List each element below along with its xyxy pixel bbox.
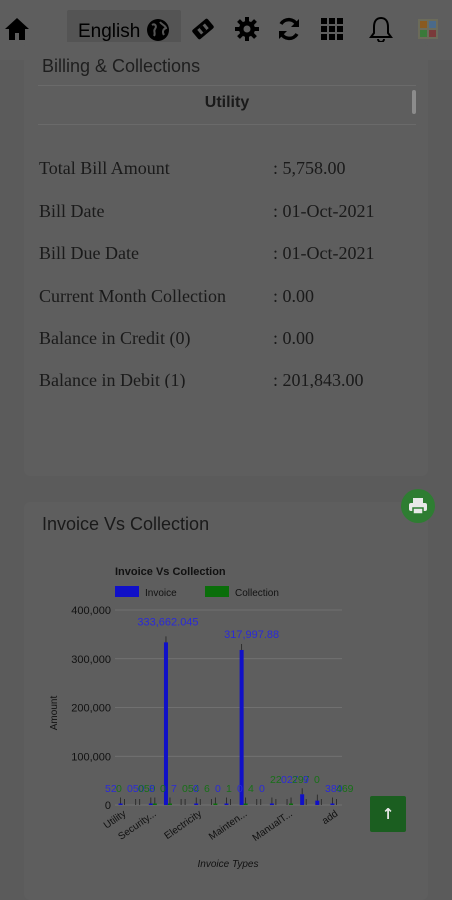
data-label: 8 — [149, 783, 155, 795]
data-label: 0 — [215, 783, 221, 795]
ticket-icon[interactable] — [186, 12, 220, 46]
legend-label: Collection — [235, 588, 279, 599]
detail-value: : 201,843.00 — [273, 370, 364, 388]
language-label: English — [78, 21, 141, 42]
detail-label: Balance in Debit (1) — [39, 370, 186, 388]
legend-swatch-invoice — [115, 586, 139, 597]
detail-value: : 01-Oct-2021 — [273, 201, 375, 221]
data-label: 333,662.045 — [137, 616, 198, 628]
bell-icon[interactable] — [364, 12, 398, 46]
y-axis-label: Amount — [49, 696, 60, 731]
bar-invoice — [163, 642, 168, 805]
print-button[interactable] — [401, 489, 435, 523]
bar-invoice — [194, 803, 199, 805]
data-label: 0 — [259, 783, 265, 795]
bar-invoice — [118, 803, 123, 805]
detail-label: Current Month Collection — [39, 286, 226, 306]
bar-collection — [152, 803, 157, 805]
data-label: 0 — [237, 783, 243, 795]
y-tick-label: 300,000 — [71, 654, 111, 666]
printer-icon — [409, 498, 427, 515]
data-label: 469 — [336, 783, 354, 795]
gear-icon[interactable] — [230, 12, 264, 46]
y-tick-label: 200,000 — [71, 703, 111, 715]
data-label: 7 — [171, 783, 177, 795]
data-label: 1 — [226, 783, 232, 795]
home-icon[interactable] — [0, 12, 34, 46]
detail-label: Balance in Credit (0) — [39, 328, 191, 348]
tab-utility[interactable]: Utility — [38, 94, 416, 112]
x-tick-label: ManualT... — [251, 808, 295, 843]
legend-label: Invoice — [145, 588, 177, 599]
y-tick-label: 400,000 — [71, 605, 111, 617]
data-label: 0 — [314, 774, 320, 786]
bar-invoice — [330, 803, 335, 805]
detail-value: : 5,758.00 — [273, 158, 346, 178]
refresh-icon[interactable] — [272, 12, 306, 46]
card-title: Invoice Vs Collection — [42, 514, 210, 534]
bar-collection — [289, 803, 294, 805]
billing-details: Total Bill Amount : 5,758.00 Bill Date :… — [39, 152, 419, 388]
y-tick-label: 0 — [105, 800, 111, 812]
avatar[interactable] — [411, 12, 445, 46]
detail-value: : 01-Oct-2021 — [273, 243, 375, 263]
bar-invoice — [300, 794, 305, 805]
x-axis-label: Invoice Types — [198, 859, 259, 870]
arrow-up-icon: ↑ — [381, 805, 395, 823]
y-tick-label: 100,000 — [71, 751, 111, 763]
detail-label: Bill Date — [39, 201, 105, 221]
data-label: 0 — [160, 783, 166, 795]
data-label: 6 — [204, 783, 210, 795]
invoice-collection-chart: Invoice Vs Collection Invoice Collection … — [49, 566, 354, 870]
legend-swatch-collection — [205, 586, 229, 597]
bar-invoice — [239, 649, 244, 805]
data-label: 0 — [116, 783, 122, 795]
bar-invoice — [269, 803, 274, 805]
data-label: 4 — [248, 783, 254, 795]
data-label: 9 — [303, 774, 309, 786]
bar-invoice — [224, 803, 229, 805]
data-label: 0 — [193, 783, 199, 795]
tab-scrollbar[interactable] — [412, 90, 416, 114]
bar-invoice — [148, 803, 153, 805]
detail-label: Total Bill Amount — [39, 158, 170, 178]
x-tick-label: add — [320, 808, 340, 827]
bar-collection — [167, 803, 172, 805]
scroll-top-button[interactable]: ↑ — [370, 796, 406, 832]
bar-collection — [243, 803, 248, 805]
bar-invoice — [315, 800, 320, 805]
billing-card: Billing & Collections Utility Total Bill… — [24, 42, 428, 476]
apps-grid-icon[interactable] — [315, 12, 349, 46]
billing-header: Billing & Collections — [42, 56, 201, 76]
chart-title: Invoice Vs Collection — [115, 566, 226, 578]
x-tick-label: Mainten... — [207, 808, 249, 842]
bar-collection — [213, 803, 218, 805]
chart-legend: Invoice Collection — [115, 586, 279, 599]
detail-value: : 0.00 — [273, 328, 315, 348]
detail-value: : 0.00 — [273, 286, 315, 306]
detail-label: Bill Due Date — [39, 243, 139, 263]
x-tick-label: Electricity — [163, 808, 204, 842]
utility-tab-strip: Utility — [38, 85, 416, 125]
data-label: 317,997.88 — [224, 629, 279, 641]
